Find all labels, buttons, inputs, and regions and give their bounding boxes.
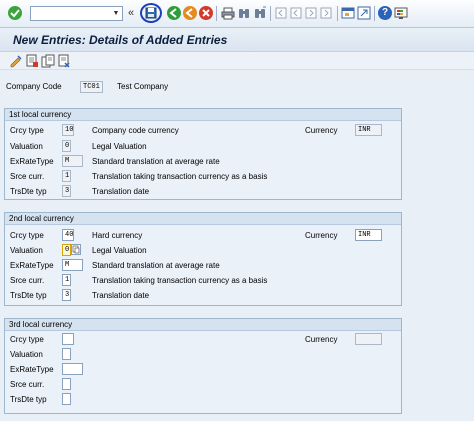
print-icon[interactable] xyxy=(221,6,235,20)
delete-icon[interactable] xyxy=(57,54,71,68)
collapse-icon[interactable]: « xyxy=(128,6,138,20)
exrate-type-desc: Standard translation at average rate xyxy=(92,157,220,166)
valuation-label: Valuation xyxy=(10,246,43,255)
valuation-label: Valuation xyxy=(10,350,43,359)
system-toolbar: ▼ « ? xyxy=(0,0,474,28)
toolbar-divider xyxy=(270,6,271,21)
translation-date-type-field[interactable]: 3 xyxy=(62,185,71,197)
page-title: New Entries: Details of Added Entries xyxy=(13,33,228,47)
find-icon[interactable] xyxy=(237,6,251,20)
group-title: 2nd local currency xyxy=(5,213,401,225)
next-page-icon[interactable] xyxy=(304,6,318,20)
translation-date-type-desc: Translation date xyxy=(92,187,150,196)
new-entries-icon[interactable] xyxy=(25,54,39,68)
enter-icon[interactable] xyxy=(8,6,22,20)
currency-field[interactable] xyxy=(355,333,382,345)
crcy-type-field[interactable]: 10 xyxy=(62,124,74,136)
cancel-icon[interactable] xyxy=(199,6,213,20)
currency-field[interactable]: INR xyxy=(355,124,382,136)
exrate-type-field[interactable] xyxy=(62,363,83,375)
source-currency-desc: Translation taking transaction currency … xyxy=(92,276,268,285)
currency-field[interactable]: INR xyxy=(355,229,382,241)
help-icon[interactable]: ? xyxy=(378,6,392,20)
toolbar-divider xyxy=(337,6,338,21)
valuation-field[interactable]: 0 xyxy=(62,244,71,256)
first-page-icon[interactable] xyxy=(274,6,288,20)
source-currency-label: Srce curr. xyxy=(10,380,45,389)
source-currency-label: Srce curr. xyxy=(10,172,45,181)
customize-layout-icon[interactable] xyxy=(394,6,408,20)
valuation-field[interactable] xyxy=(62,348,71,360)
toolbar-divider xyxy=(216,6,217,21)
crcy-type-label: Crcy type xyxy=(10,126,44,135)
exrate-type-label: ExRateType xyxy=(10,365,54,374)
shortcut-icon[interactable] xyxy=(357,6,371,20)
source-currency-label: Srce curr. xyxy=(10,276,45,285)
group-title: 1st local currency xyxy=(5,109,401,121)
title-bar: New Entries: Details of Added Entries xyxy=(0,28,474,52)
exrate-type-desc: Standard translation at average rate xyxy=(92,261,220,270)
crcy-type-desc: Hard currency xyxy=(92,231,143,240)
exrate-type-label: ExRateType xyxy=(10,157,54,166)
save-icon xyxy=(145,7,157,19)
translation-date-type-field[interactable] xyxy=(62,393,71,405)
translation-date-type-desc: Translation date xyxy=(92,291,150,300)
chevron-down-icon[interactable]: ▼ xyxy=(111,8,121,19)
company-code-label: Company Code xyxy=(6,82,62,91)
back-icon[interactable] xyxy=(167,6,181,20)
save-button[interactable] xyxy=(140,3,162,23)
display-change-icon[interactable] xyxy=(9,54,23,68)
source-currency-field[interactable]: 1 xyxy=(62,170,71,182)
translation-date-type-label: TrsDte typ xyxy=(10,395,47,404)
crcy-type-field[interactable] xyxy=(62,333,74,345)
company-code-field[interactable]: TC01 xyxy=(80,81,103,93)
exrate-type-field[interactable]: M xyxy=(62,259,83,271)
group-title: 3rd local currency xyxy=(5,319,401,331)
value-help-icon xyxy=(72,245,80,254)
currency-label: Currency xyxy=(305,335,338,344)
command-field[interactable]: ▼ xyxy=(30,6,123,21)
copy-as-icon[interactable] xyxy=(41,54,55,68)
value-help-button[interactable] xyxy=(71,244,81,255)
company-name: Test Company xyxy=(117,82,169,91)
translation-date-type-label: TrsDte typ xyxy=(10,187,47,196)
previous-page-icon[interactable] xyxy=(289,6,303,20)
valuation-field[interactable]: 0 xyxy=(62,140,71,152)
crcy-type-label: Crcy type xyxy=(10,231,44,240)
valuation-label: Valuation xyxy=(10,142,43,151)
currency-label: Currency xyxy=(305,126,338,135)
last-page-icon[interactable] xyxy=(319,6,333,20)
source-currency-field[interactable]: 1 xyxy=(62,274,71,286)
valuation-desc: Legal Valuation xyxy=(92,246,147,255)
source-currency-desc: Translation taking transaction currency … xyxy=(92,172,268,181)
translation-date-type-field[interactable]: 3 xyxy=(62,289,71,301)
crcy-type-field[interactable]: 40 xyxy=(62,229,74,241)
crcy-type-label: Crcy type xyxy=(10,335,44,344)
application-toolbar xyxy=(0,52,474,70)
translation-date-type-label: TrsDte typ xyxy=(10,291,47,300)
exrate-type-field[interactable]: M xyxy=(62,155,83,167)
exit-icon[interactable] xyxy=(183,6,197,20)
new-session-icon[interactable] xyxy=(341,6,355,20)
crcy-type-desc: Company code currency xyxy=(92,126,179,135)
valuation-desc: Legal Valuation xyxy=(92,142,147,151)
source-currency-field[interactable] xyxy=(62,378,71,390)
exrate-type-label: ExRateType xyxy=(10,261,54,270)
toolbar-divider xyxy=(374,6,375,21)
find-next-icon[interactable] xyxy=(253,6,267,20)
currency-label: Currency xyxy=(305,231,338,240)
